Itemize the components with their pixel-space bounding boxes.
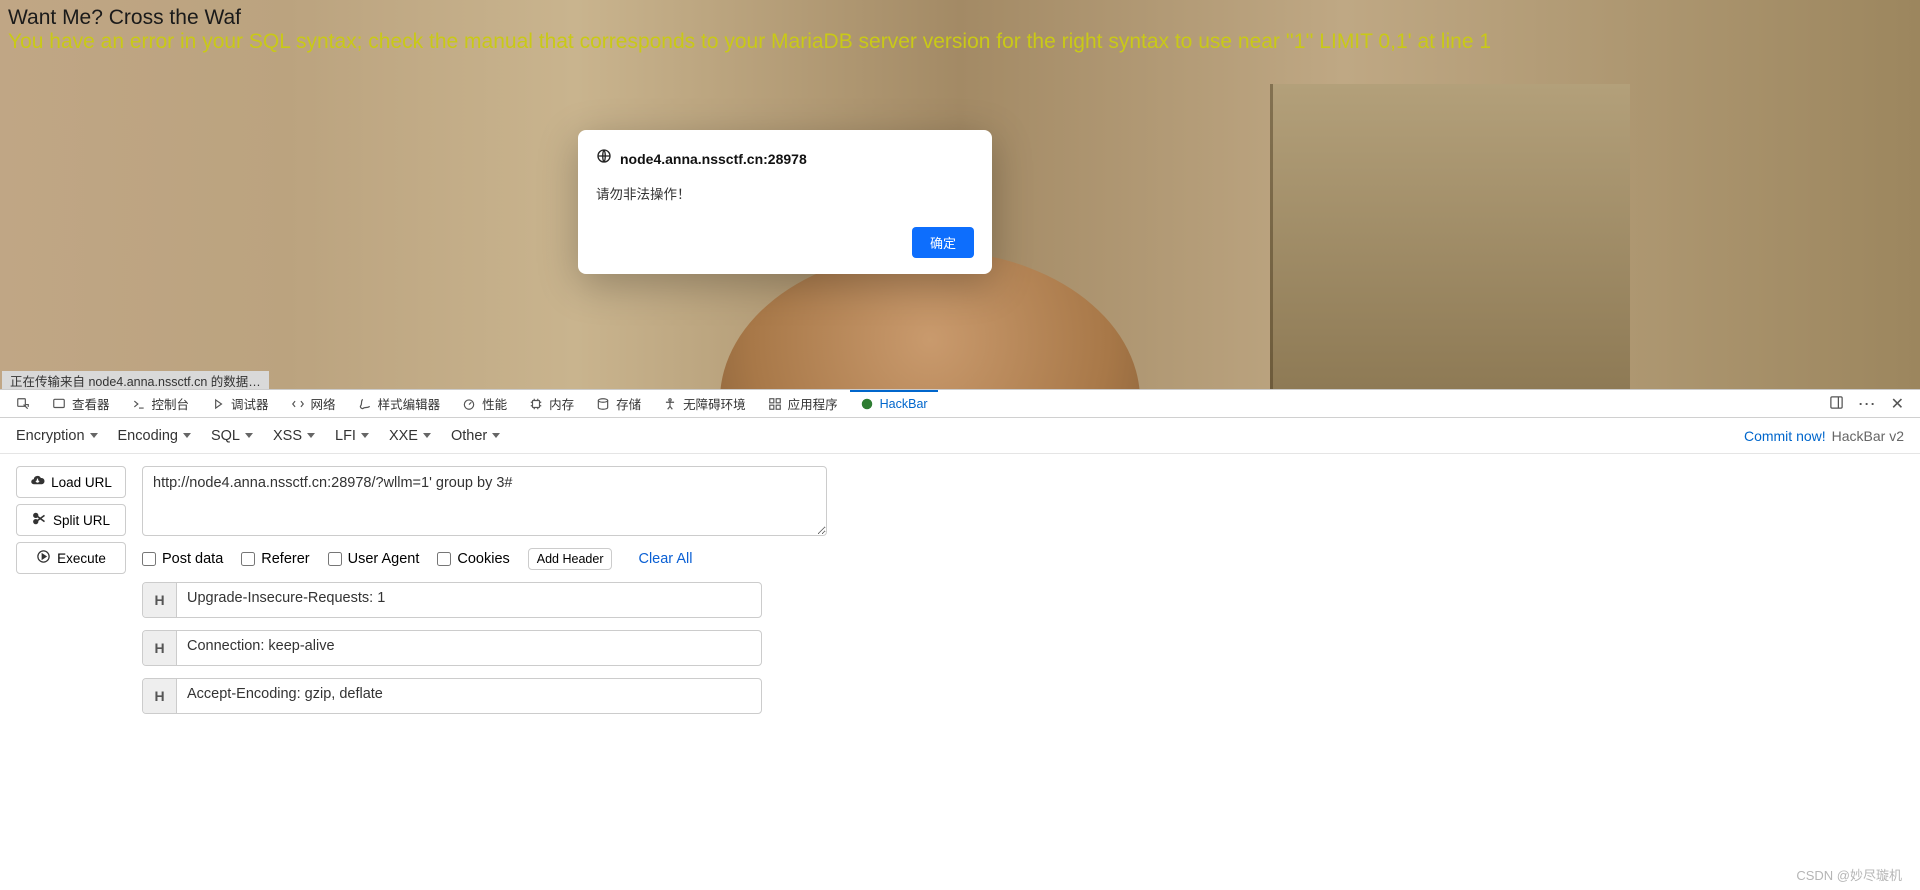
header-value[interactable]: Accept-Encoding: gzip, deflate [177,679,761,713]
tab-storage[interactable]: 存储 [586,390,651,417]
caret-down-icon [307,433,315,438]
tab-hackbar[interactable]: HackBar [850,390,938,417]
dropdown-xxe[interactable]: XXE [389,428,431,444]
tab-performance[interactable]: 性能 [452,390,517,417]
inspect-element-button[interactable] [6,390,40,417]
dock-side-icon[interactable] [1829,395,1844,413]
caret-down-icon [183,433,191,438]
close-devtools-icon[interactable]: ✕ [1891,394,1904,414]
hackbar-body: Load URL Split URL Execute Post data Ref… [0,454,1920,890]
tab-application[interactable]: 应用程序 [758,390,848,417]
page-content: Want Me? Cross the Waf You have an error… [0,0,1920,389]
more-options-icon[interactable]: ⋯ [1858,395,1877,413]
play-circle-icon [36,549,51,567]
commit-now-link[interactable]: Commit now! [1744,428,1826,444]
header-value[interactable]: Upgrade-Insecure-Requests: 1 [177,583,761,617]
tab-debugger[interactable]: 调试器 [201,390,279,417]
caret-down-icon [492,433,500,438]
caret-down-icon [361,433,369,438]
header-row: H Connection: keep-alive [142,630,762,666]
globe-icon [596,148,612,169]
check-useragent[interactable]: User Agent [328,551,420,567]
header-row: H Upgrade-Insecure-Requests: 1 [142,582,762,618]
dropdown-lfi[interactable]: LFI [335,428,369,444]
tab-accessibility[interactable]: 无障碍环境 [653,390,756,417]
dialog-message: 请勿非法操作！ [596,183,974,203]
dialog-ok-button[interactable]: 确定 [912,227,974,258]
clear-all-link[interactable]: Clear All [638,551,692,567]
execute-button[interactable]: Execute [16,542,126,574]
url-input[interactable] [142,466,827,536]
status-bar: 正在传输来自 node4.anna.nssctf.cn 的数据… [2,371,269,389]
caret-down-icon [423,433,431,438]
js-alert-dialog: node4.anna.nssctf.cn:28978 请勿非法操作！ 确定 [578,130,992,274]
header-value[interactable]: Connection: keep-alive [177,631,761,665]
tab-memory[interactable]: 内存 [519,390,584,417]
tab-inspector[interactable]: 查看器 [42,390,120,417]
dropdown-encoding[interactable]: Encoding [118,428,191,444]
check-postdata[interactable]: Post data [142,551,223,567]
load-url-button[interactable]: Load URL [16,466,126,498]
devtools-tabbar: 查看器 控制台 调试器 网络 样式编辑器 性能 内存 存储 [0,390,1920,418]
check-cookies[interactable]: Cookies [437,551,509,567]
sql-error-text: You have an error in your SQL syntax; ch… [0,30,1920,60]
hackbar-toolbar: Encryption Encoding SQL XSS LFI XXE Othe… [0,418,1920,454]
caret-down-icon [245,433,253,438]
cloud-download-icon [30,473,45,491]
tab-network[interactable]: 网络 [281,390,346,417]
dropdown-sql[interactable]: SQL [211,428,253,444]
tab-console[interactable]: 控制台 [122,390,200,417]
hackbar-version: HackBar v2 [1832,428,1904,444]
header-tag: H [143,679,177,713]
dialog-host: node4.anna.nssctf.cn:28978 [620,151,807,167]
header-tag: H [143,631,177,665]
devtools-panel: 查看器 控制台 调试器 网络 样式编辑器 性能 内存 存储 [0,389,1920,890]
header-row: H Accept-Encoding: gzip, deflate [142,678,762,714]
page-title: Want Me? Cross the Waf [0,0,1920,30]
dropdown-other[interactable]: Other [451,428,500,444]
caret-down-icon [90,433,98,438]
dropdown-encryption[interactable]: Encryption [16,428,98,444]
split-url-button[interactable]: Split URL [16,504,126,536]
add-header-button[interactable]: Add Header [528,548,613,570]
header-tag: H [143,583,177,617]
scissors-icon [32,511,47,529]
dropdown-xss[interactable]: XSS [273,428,315,444]
tab-style-editor[interactable]: 样式编辑器 [348,390,451,417]
check-referer[interactable]: Referer [241,551,309,567]
background-shape [1270,84,1630,389]
